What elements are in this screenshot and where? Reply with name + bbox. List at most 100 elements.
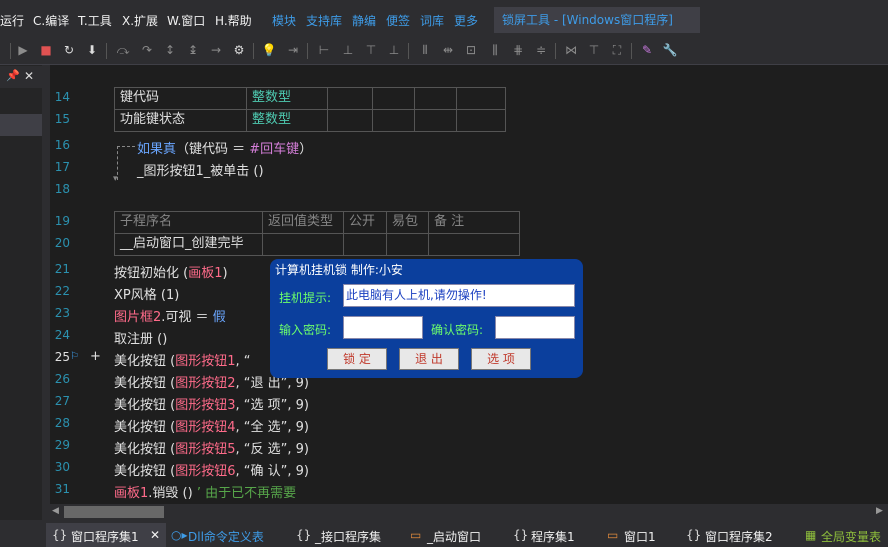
menu-window[interactable]: W.窗口 bbox=[167, 12, 205, 29]
build-icon[interactable]: ⬇ bbox=[83, 41, 101, 59]
table-cell[interactable]: 整数型 bbox=[246, 109, 328, 132]
step-icon[interactable]: ↨ bbox=[184, 41, 202, 59]
password-input[interactable] bbox=[343, 316, 423, 339]
left-panel-selected-item[interactable] bbox=[0, 114, 42, 136]
code-line[interactable]: 美化按钮 (图形按钮4, “全 选”, 9) bbox=[114, 416, 309, 435]
code-object: 画板1 bbox=[114, 486, 149, 501]
code-line[interactable]: 美化按钮 (图形按钮5, “反 选”, 9) bbox=[114, 438, 309, 457]
braces-icon: {} bbox=[52, 528, 68, 542]
menu-run[interactable]: 运行 bbox=[0, 12, 24, 29]
space-v-icon[interactable]: ≑ bbox=[532, 41, 550, 59]
tab-assembly-1[interactable]: 程序集1 bbox=[531, 528, 575, 545]
options-button[interactable]: 选 项 bbox=[471, 348, 531, 370]
align-icon[interactable]: ⇥ bbox=[284, 41, 302, 59]
hint-input[interactable]: 此电脑有人上机,请勿操作! bbox=[343, 284, 575, 307]
table-cell[interactable] bbox=[386, 233, 429, 256]
table-cell[interactable]: __启动窗口_创建完毕 bbox=[114, 233, 263, 256]
tab-close-icon[interactable]: ✕ bbox=[150, 528, 160, 542]
code-line[interactable]: 按钮初始化 (画板1) bbox=[114, 262, 228, 281]
code-line-if[interactable]: 如果真（键代码 ＝ #回车键） bbox=[137, 138, 312, 157]
code-line[interactable]: 取注册 () bbox=[114, 328, 167, 347]
align-left-icon[interactable]: ⊢ bbox=[315, 41, 333, 59]
table-cell[interactable] bbox=[414, 109, 457, 132]
lightbulb-icon[interactable]: 💡 bbox=[260, 41, 278, 59]
link-library[interactable]: 支持库 bbox=[306, 12, 342, 29]
space-h-icon[interactable]: ⋕ bbox=[509, 41, 527, 59]
table-cell[interactable] bbox=[262, 233, 344, 256]
table-cell[interactable] bbox=[456, 109, 506, 132]
tab-window-1[interactable]: 窗口1 bbox=[624, 528, 656, 545]
close-icon[interactable]: ✕ bbox=[24, 69, 34, 83]
exit-button[interactable]: 退 出 bbox=[399, 348, 459, 370]
link-more[interactable]: 更多 bbox=[454, 12, 478, 29]
table-cell[interactable]: 键代码 bbox=[114, 87, 247, 110]
align-bottom-icon[interactable]: ⊥ bbox=[385, 41, 403, 59]
toolbar-separator bbox=[106, 43, 107, 59]
line-number: 16 bbox=[54, 138, 70, 152]
lock-button[interactable]: 锁 定 bbox=[327, 348, 387, 370]
scroll-right-icon[interactable]: ▶ bbox=[876, 506, 883, 516]
code-line[interactable]: 画板1.销毁 () ’ 由于已不再需要 bbox=[114, 482, 296, 501]
table-cell[interactable] bbox=[327, 109, 373, 132]
code-line[interactable]: 美化按钮 (图形按钮1, “ bbox=[114, 350, 251, 369]
scroll-left-icon[interactable]: ◀ bbox=[52, 506, 59, 516]
align-top-icon[interactable]: ⊤ bbox=[362, 41, 380, 59]
horizontal-scrollbar[interactable] bbox=[50, 504, 888, 520]
stop-icon[interactable]: ■ bbox=[37, 41, 55, 59]
line-number: 15 bbox=[54, 112, 70, 126]
table-cell[interactable] bbox=[372, 87, 415, 110]
table-cell[interactable] bbox=[456, 87, 506, 110]
code-line[interactable]: 图片框2.可视 ＝ 假 bbox=[114, 306, 226, 325]
same-width-icon[interactable]: ⊡ bbox=[462, 41, 480, 59]
table-cell[interactable] bbox=[414, 87, 457, 110]
tab-interface-assembly[interactable]: _接口程序集 bbox=[315, 528, 381, 545]
tab-window-assembly-2[interactable]: 窗口程序集2 bbox=[705, 528, 773, 545]
line-number: 30 bbox=[54, 460, 70, 474]
table-cell[interactable] bbox=[428, 233, 520, 256]
align-center-icon[interactable]: ⊥ bbox=[339, 41, 357, 59]
expand-plus-icon[interactable]: + bbox=[90, 349, 101, 364]
link-wordlib[interactable]: 词库 bbox=[420, 12, 444, 29]
arrow-right-icon[interactable]: → bbox=[207, 41, 225, 59]
tab-startup-window[interactable]: _启动窗口 bbox=[427, 528, 481, 545]
same-height-icon[interactable]: ⫼ bbox=[486, 41, 504, 59]
link-module[interactable]: 模块 bbox=[272, 12, 296, 29]
breakpoint-icon[interactable]: ⚙ bbox=[230, 41, 248, 59]
distribute-icon[interactable]: ⇹ bbox=[439, 41, 457, 59]
menu-extend[interactable]: X.扩展 bbox=[122, 12, 158, 29]
tab-window-assembly-1[interactable]: 窗口程序集1 bbox=[71, 528, 139, 545]
restart-icon[interactable]: ↻ bbox=[60, 41, 78, 59]
menu-tools[interactable]: T.工具 bbox=[78, 12, 112, 29]
confirm-password-input[interactable] bbox=[495, 316, 575, 339]
table-cell[interactable]: 整数型 bbox=[246, 87, 328, 110]
table-header: 备 注 bbox=[428, 211, 520, 234]
code-line[interactable]: 美化按钮 (图形按钮6, “确 认”, 9) bbox=[114, 460, 309, 479]
table-cell[interactable]: 功能键状态 bbox=[114, 109, 247, 132]
table-cell[interactable] bbox=[327, 87, 373, 110]
step-out-icon[interactable]: ↕ bbox=[161, 41, 179, 59]
step-over-icon[interactable]: ⤼ bbox=[114, 41, 132, 59]
code-line[interactable]: 美化按钮 (图形按钮3, “选 项”, 9) bbox=[114, 394, 309, 413]
center-h-icon[interactable]: ⋈ bbox=[562, 41, 580, 59]
tab-dll-definitions[interactable]: Dll命令定义表 bbox=[188, 528, 264, 545]
pen-icon[interactable]: ✎ bbox=[638, 41, 656, 59]
center-v-icon[interactable]: ⊤ bbox=[585, 41, 603, 59]
table-cell[interactable] bbox=[372, 109, 415, 132]
code-line-call[interactable]: _图形按钮1_被单击 () bbox=[137, 160, 264, 179]
scrollbar-thumb[interactable] bbox=[64, 506, 164, 518]
menu-compile[interactable]: C.编译 bbox=[33, 12, 69, 29]
fullscreen-icon[interactable]: ⛶ bbox=[608, 41, 626, 59]
step-into-icon[interactable]: ↷ bbox=[138, 41, 156, 59]
table-cell[interactable] bbox=[343, 233, 387, 256]
distribute-h-icon[interactable]: ⫴ bbox=[416, 41, 434, 59]
pin-icon[interactable]: 📌 bbox=[6, 69, 20, 82]
wrench-icon[interactable]: 🔧 bbox=[661, 41, 679, 59]
code-line[interactable]: XP风格 (1) bbox=[114, 284, 179, 303]
line-number: 27 bbox=[54, 394, 70, 408]
menu-help[interactable]: H.帮助 bbox=[215, 12, 252, 29]
line-number: 21 bbox=[54, 262, 70, 276]
run-icon[interactable]: ▶ bbox=[14, 41, 32, 59]
link-notes[interactable]: 便签 bbox=[386, 12, 410, 29]
tab-global-variables[interactable]: 全局变量表 bbox=[821, 528, 881, 545]
link-static[interactable]: 静编 bbox=[352, 12, 376, 29]
